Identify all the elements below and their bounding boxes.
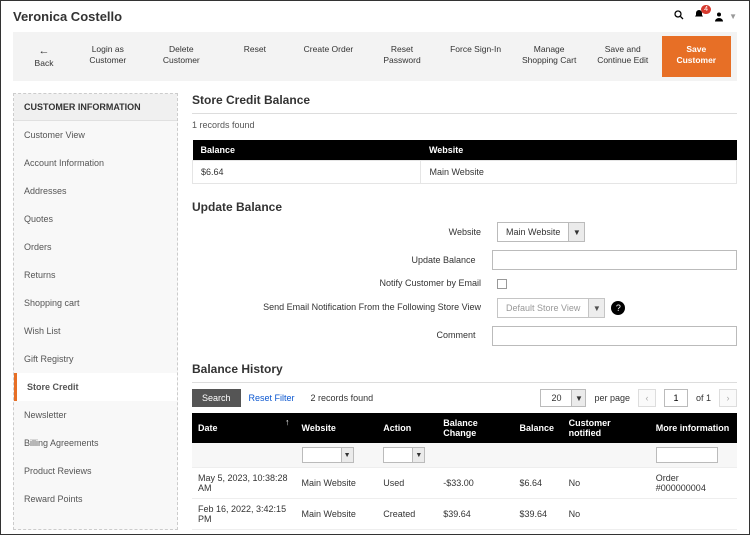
caret-down-icon: ▼	[729, 12, 737, 21]
label-website: Website	[192, 227, 497, 239]
per-page-label: per page	[594, 393, 630, 403]
history-records-found: 2 records found	[311, 393, 374, 403]
table-row: May 5, 2023, 10:38:28 AM Main Website Us…	[192, 468, 737, 499]
filter-website-select[interactable]: ▼	[302, 447, 354, 463]
pager-next-button[interactable]: ›	[719, 389, 737, 407]
website-select[interactable]: Main Website▼	[497, 222, 585, 242]
chevron-down-icon: ▼	[568, 223, 584, 241]
pager-current-input[interactable]	[664, 389, 688, 407]
pager-prev-button[interactable]: ‹	[638, 389, 656, 407]
back-button[interactable]: ←Back	[19, 36, 69, 77]
help-icon[interactable]: ?	[611, 301, 625, 315]
col-balance[interactable]: Balance	[514, 413, 563, 443]
store-credit-table: Balance Website $6.64 Main Website	[192, 140, 737, 184]
delete-customer-button[interactable]: Delete Customer	[147, 36, 217, 77]
col-date[interactable]: Date↑	[192, 413, 296, 443]
manage-cart-button[interactable]: Manage Shopping Cart	[514, 36, 584, 77]
filter-row: ▼ ▼	[192, 443, 737, 468]
update-balance-heading: Update Balance	[192, 200, 737, 214]
save-customer-button[interactable]: Save Customer	[662, 36, 732, 77]
sidebar-item-gift-registry[interactable]: Gift Registry	[14, 345, 177, 373]
store-credit-heading: Store Credit Balance	[192, 93, 737, 107]
filter-more-input[interactable]	[656, 447, 718, 463]
notify-checkbox[interactable]	[497, 279, 507, 289]
sidebar-item-product-reviews[interactable]: Product Reviews	[14, 457, 177, 485]
update-balance-input[interactable]	[492, 250, 738, 270]
chevron-down-icon: ▼	[571, 390, 585, 406]
sidebar-item-newsletter[interactable]: Newsletter	[14, 401, 177, 429]
page-size-select[interactable]: 20▼	[540, 389, 586, 407]
col-notified[interactable]: Customer notified	[563, 413, 650, 443]
col-more[interactable]: More information	[650, 413, 737, 443]
chevron-down-icon: ▼	[588, 299, 604, 317]
sidebar-item-customer-view[interactable]: Customer View	[14, 121, 177, 149]
sort-arrow-icon: ↑	[285, 417, 290, 427]
col-website[interactable]: Website	[296, 413, 378, 443]
sidebar-item-wish-list[interactable]: Wish List	[14, 317, 177, 345]
store-view-select[interactable]: Default Store View▼	[497, 298, 605, 318]
col-action[interactable]: Action	[377, 413, 437, 443]
reset-button[interactable]: Reset	[220, 36, 290, 77]
col-website: Website	[421, 140, 737, 161]
customer-info-sidebar: CUSTOMER INFORMATION Customer View Accou…	[13, 93, 178, 530]
label-comment: Comment	[192, 330, 492, 342]
label-notify: Notify Customer by Email	[192, 278, 497, 290]
sidebar-item-addresses[interactable]: Addresses	[14, 177, 177, 205]
label-store-view: Send Email Notification From the Followi…	[192, 302, 497, 314]
sidebar-item-reward-points[interactable]: Reward Points	[14, 485, 177, 513]
save-continue-button[interactable]: Save and Continue Edit	[588, 36, 658, 77]
table-row: $6.64 Main Website	[193, 161, 737, 184]
sidebar-item-store-credit[interactable]: Store Credit	[14, 373, 177, 401]
sidebar-header: CUSTOMER INFORMATION	[14, 94, 177, 121]
login-as-customer-button[interactable]: Login as Customer	[73, 36, 143, 77]
sidebar-item-quotes[interactable]: Quotes	[14, 205, 177, 233]
store-credit-records-found: 1 records found	[192, 113, 737, 140]
table-row: Feb 16, 2022, 3:42:15 PM Main Website Cr…	[192, 499, 737, 530]
filter-action-select[interactable]: ▼	[383, 447, 425, 463]
page-title: Veronica Costello	[13, 9, 122, 24]
sidebar-item-orders[interactable]: Orders	[14, 233, 177, 261]
sidebar-item-shopping-cart[interactable]: Shopping cart	[14, 289, 177, 317]
sidebar-item-account-information[interactable]: Account Information	[14, 149, 177, 177]
col-balance: Balance	[193, 140, 421, 161]
comment-input[interactable]	[492, 326, 738, 346]
notifications-icon[interactable]: 4	[693, 9, 705, 24]
balance-history-table: Date↑ Website Action Balance Change Bala…	[192, 413, 737, 530]
force-signin-button[interactable]: Force Sign-In	[441, 36, 511, 77]
user-menu[interactable]: ▼	[713, 11, 737, 23]
col-balance-change[interactable]: Balance Change	[437, 413, 513, 443]
search-button[interactable]: Search	[192, 389, 241, 407]
search-icon[interactable]	[673, 9, 685, 24]
create-order-button[interactable]: Create Order	[294, 36, 364, 77]
label-update-balance: Update Balance	[192, 255, 492, 267]
reset-filter-link[interactable]: Reset Filter	[249, 393, 295, 403]
sidebar-item-billing-agreements[interactable]: Billing Agreements	[14, 429, 177, 457]
pager-total: of 1	[696, 393, 711, 403]
sidebar-item-returns[interactable]: Returns	[14, 261, 177, 289]
balance-history-heading: Balance History	[192, 362, 737, 376]
notifications-badge: 4	[701, 5, 711, 14]
reset-password-button[interactable]: Reset Password	[367, 36, 437, 77]
